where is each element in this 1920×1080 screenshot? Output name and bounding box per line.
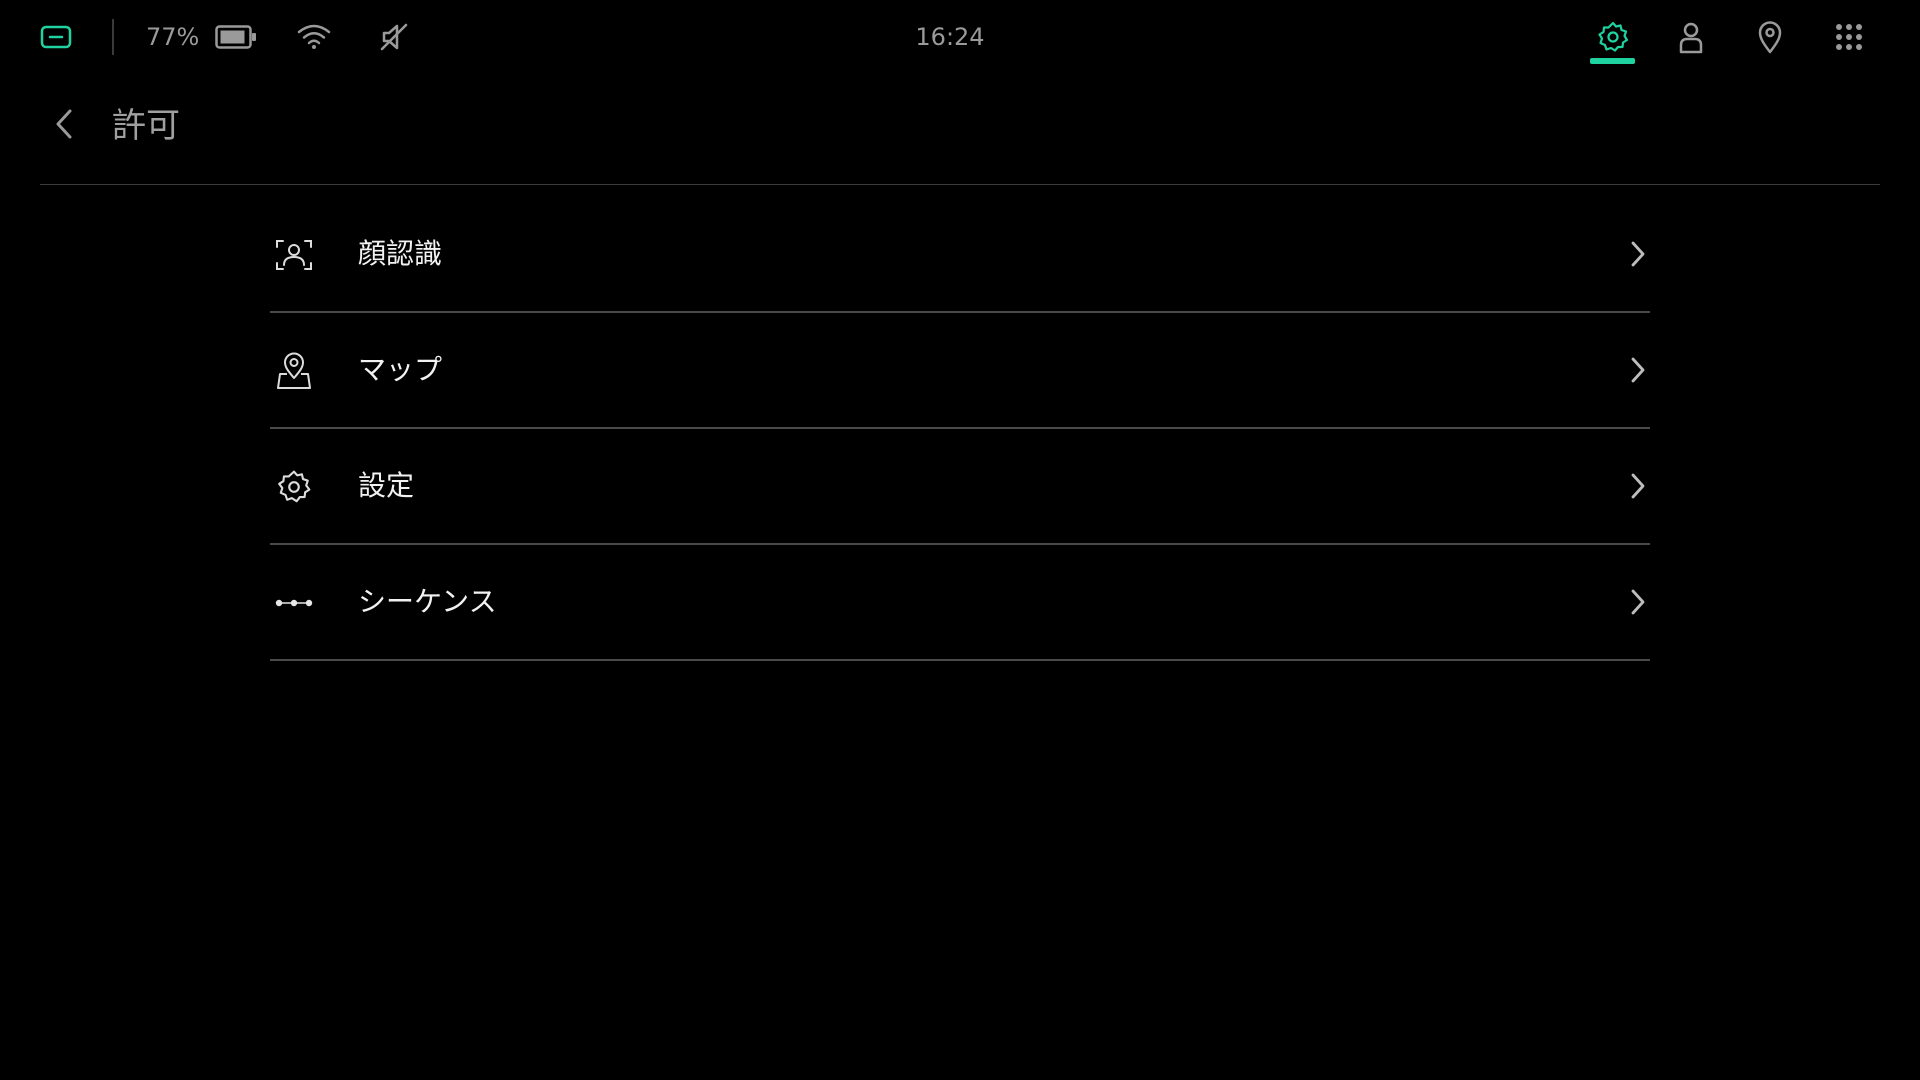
gear-icon xyxy=(274,467,314,507)
menu-item-label: シーケンス xyxy=(358,585,497,618)
more-dots-icon xyxy=(274,583,314,623)
status-divider xyxy=(112,19,114,55)
wifi-icon[interactable] xyxy=(294,20,334,52)
page-title: 許可 xyxy=(112,106,180,146)
user-tab-icon[interactable] xyxy=(1674,18,1708,56)
apps-grid-icon[interactable] xyxy=(1832,20,1866,54)
chevron-left-icon xyxy=(53,107,75,145)
sound-muted-icon[interactable] xyxy=(376,20,412,54)
status-bar: 77% 16:24 xyxy=(0,0,1920,74)
menu-item-sequence[interactable]: シーケンス xyxy=(270,545,1650,661)
chevron-right-icon xyxy=(1626,586,1650,618)
permission-menu-list: 顔認識 マップ 設定 シーケンス xyxy=(270,197,1650,661)
chevron-right-icon xyxy=(1626,354,1650,386)
menu-item-map[interactable]: マップ xyxy=(270,313,1650,429)
header-divider xyxy=(40,184,1880,185)
active-tab-indicator xyxy=(1590,58,1635,64)
menu-item-label: 顔認識 xyxy=(358,237,443,270)
menu-item-label: マップ xyxy=(358,353,443,386)
battery-percent: 77% xyxy=(146,23,200,51)
back-button[interactable] xyxy=(44,104,84,148)
menu-item-label: 設定 xyxy=(358,469,415,502)
chevron-right-icon xyxy=(1626,470,1650,502)
face-recognition-icon xyxy=(274,235,314,275)
status-clock: 16:24 xyxy=(915,23,985,51)
page-header: 許可 xyxy=(0,74,1920,186)
settings-tab-icon[interactable] xyxy=(1594,18,1632,56)
menu-item-settings[interactable]: 設定 xyxy=(270,429,1650,545)
tablet-mode-icon[interactable] xyxy=(38,22,74,52)
map-pin-icon xyxy=(274,351,314,391)
menu-item-face-recognition[interactable]: 顔認識 xyxy=(270,197,1650,313)
location-tab-icon[interactable] xyxy=(1753,18,1787,56)
chevron-right-icon xyxy=(1626,238,1650,270)
battery-icon xyxy=(214,22,258,52)
screen: 77% 16:24 許可 顔認識 マップ 設定 シーケンス xyxy=(0,0,1920,1080)
